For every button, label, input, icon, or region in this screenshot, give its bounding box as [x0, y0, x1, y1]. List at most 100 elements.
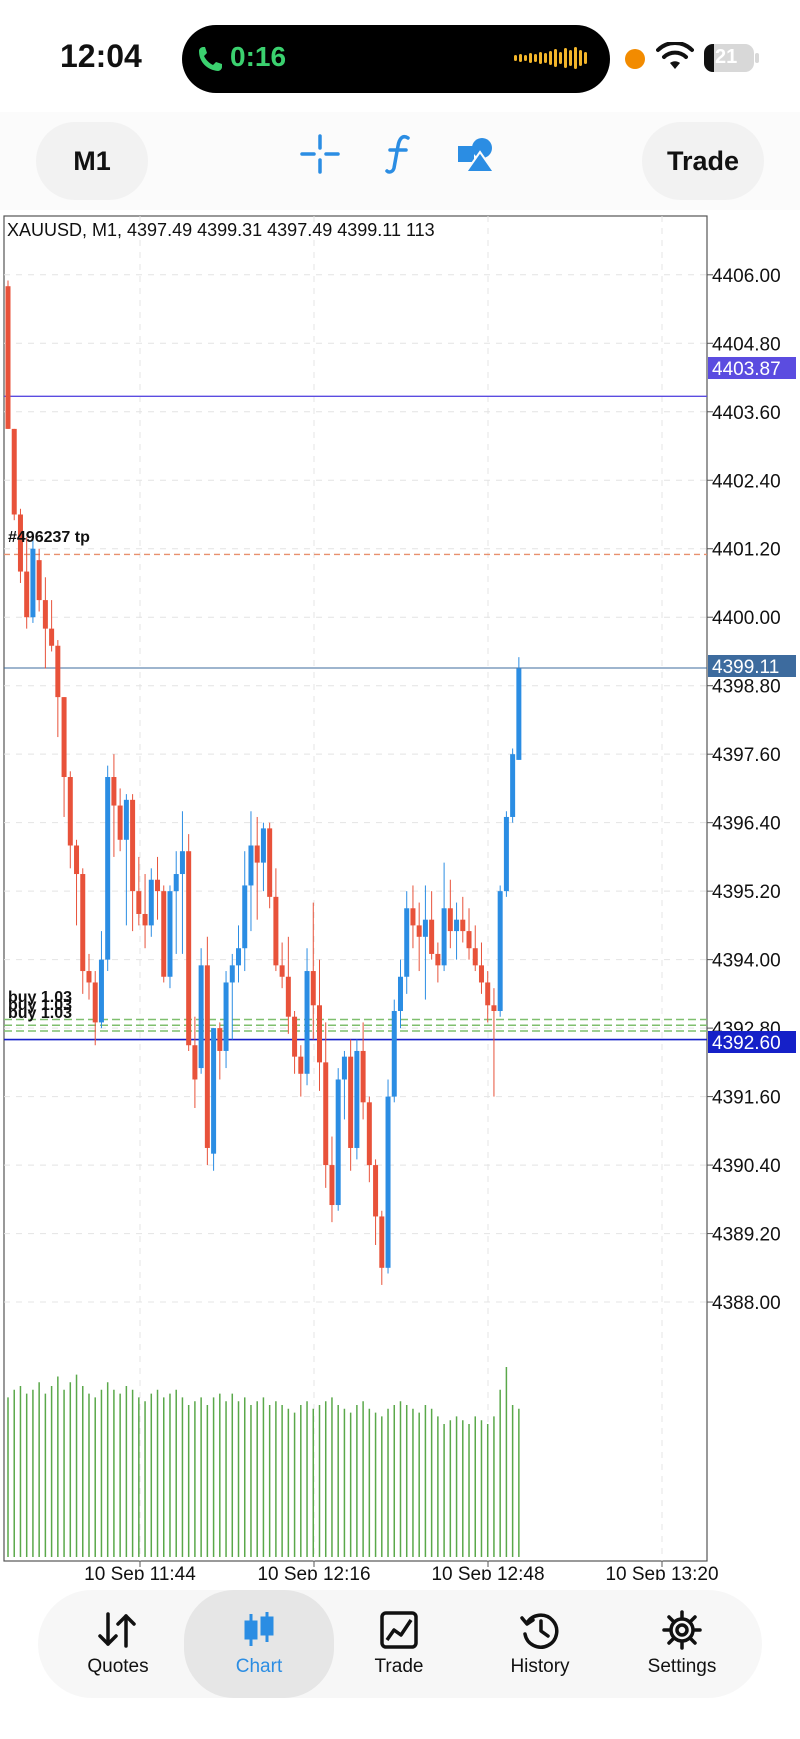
nav-trade[interactable]: Trade — [328, 1590, 470, 1698]
price-tick-label: 4397.60 — [712, 745, 781, 766]
candle-body — [136, 891, 142, 914]
candle-body — [198, 965, 204, 1069]
candle-body — [335, 1079, 341, 1206]
candle-body — [497, 891, 503, 1011]
bid-price-tag: 4399.11 — [712, 657, 779, 678]
candle-body — [267, 828, 273, 897]
bottom-navigation: Quotes Chart Trade History Settings — [38, 1590, 762, 1698]
crosshair-icon[interactable] — [300, 134, 340, 174]
price-tick-label: 4394.00 — [712, 951, 781, 972]
candle-body — [186, 851, 192, 1046]
candle-body — [24, 571, 30, 618]
price-tick-label: 4404.80 — [712, 334, 781, 355]
candle-body — [11, 428, 17, 515]
candle-body — [510, 754, 516, 817]
price-tick-label: 4402.40 — [712, 471, 781, 492]
candle-body — [179, 851, 185, 875]
candle — [497, 885, 503, 1017]
candle — [503, 811, 509, 897]
candle-body — [323, 1062, 329, 1166]
candle-body — [491, 1005, 497, 1011]
lower-line-price-tag: 4392.60 — [712, 1033, 781, 1054]
price-tick-label: 4396.40 — [712, 814, 781, 835]
trade-chart-icon — [380, 1611, 418, 1649]
candle-body — [117, 805, 123, 840]
candle-body — [373, 1165, 379, 1217]
chart-candles-icon — [244, 1612, 274, 1646]
candle-body — [429, 919, 435, 954]
settings-gear-icon — [662, 1610, 702, 1650]
candle-body — [279, 965, 285, 977]
candle — [5, 280, 11, 429]
candle-body — [80, 874, 86, 972]
recording-dot-icon — [625, 49, 645, 69]
candle — [510, 748, 516, 823]
price-axis: 4406.00 4404.80 4403.60 4402.40 4401.20 4400.… — [707, 266, 781, 1314]
candle-body — [148, 879, 154, 926]
status-time: 12:04 — [60, 38, 142, 74]
nav-history-label: History — [510, 1656, 570, 1677]
candle-body — [329, 1165, 335, 1206]
candle-body — [254, 845, 260, 863]
candle-body — [348, 1056, 354, 1148]
candle-body — [111, 777, 117, 806]
candle-body — [55, 645, 61, 698]
chart-canvas[interactable]: 4406.00 4404.80 4403.60 4402.40 4401.20 4400.… — [0, 212, 800, 1580]
timeframe-button[interactable]: M1 — [36, 122, 148, 200]
price-tags: 4403.87 4399.11 4392.60 — [708, 357, 796, 1054]
battery-cap — [755, 53, 759, 63]
battery-icon: 21 — [704, 44, 754, 72]
candle-body — [248, 845, 254, 886]
time-tick-label: 10 Sep 11:44 — [84, 1564, 196, 1580]
candle-body — [30, 548, 36, 618]
price-tick-label: 4406.00 — [712, 266, 781, 287]
battery-fill — [704, 44, 714, 72]
candle-body — [142, 913, 148, 926]
candle-body — [460, 919, 466, 932]
candle-body — [123, 799, 129, 840]
candle-body — [49, 628, 55, 646]
price-chart[interactable]: 4406.00 4404.80 4403.60 4402.40 4401.20 4400.… — [0, 212, 800, 1580]
candle-body — [422, 919, 428, 937]
candle-body — [86, 971, 92, 983]
candle-body — [161, 891, 167, 977]
candle-body — [74, 845, 80, 875]
battery-level: 21 — [715, 46, 738, 68]
candle-body — [98, 959, 104, 1023]
candle-body — [317, 1005, 322, 1063]
candle — [391, 999, 397, 1103]
trade-button[interactable]: Trade — [642, 122, 764, 200]
indicators-icon[interactable] — [382, 132, 414, 174]
tp-order-label: #496237 tp — [8, 529, 90, 546]
nav-quotes[interactable]: Quotes — [46, 1590, 190, 1698]
price-tick-label: 4391.60 — [712, 1088, 781, 1109]
nav-history[interactable]: History — [470, 1590, 610, 1698]
candle-body — [273, 896, 279, 966]
candle-body — [385, 1096, 391, 1268]
candle-body — [130, 799, 136, 892]
candle-body — [211, 1028, 217, 1154]
candle — [161, 885, 167, 983]
history-clock-icon — [520, 1613, 559, 1649]
nav-settings[interactable]: Settings — [610, 1590, 754, 1698]
price-tick-label: 4401.20 — [712, 540, 781, 561]
candle-body — [5, 286, 11, 429]
candle-body — [472, 948, 478, 966]
quotes-arrows-icon — [98, 1612, 136, 1648]
candle-body — [454, 919, 460, 932]
candle-body — [61, 697, 67, 778]
candle-body — [204, 965, 210, 1148]
candle-body — [217, 1028, 223, 1051]
candle-body — [404, 908, 410, 977]
candle-body — [397, 976, 403, 1011]
price-tick-label: 4388.00 — [712, 1293, 781, 1314]
price-tick-label: 4398.80 — [712, 677, 781, 698]
time-tick-label: 10 Sep 12:16 — [257, 1564, 370, 1580]
candle — [335, 1068, 341, 1211]
nav-chart[interactable]: Chart — [184, 1590, 334, 1698]
nav-quotes-label: Quotes — [87, 1656, 149, 1677]
nav-trade-label: Trade — [374, 1656, 424, 1677]
candle-body — [410, 908, 416, 926]
candle-body — [503, 816, 509, 892]
objects-icon[interactable] — [456, 134, 496, 174]
